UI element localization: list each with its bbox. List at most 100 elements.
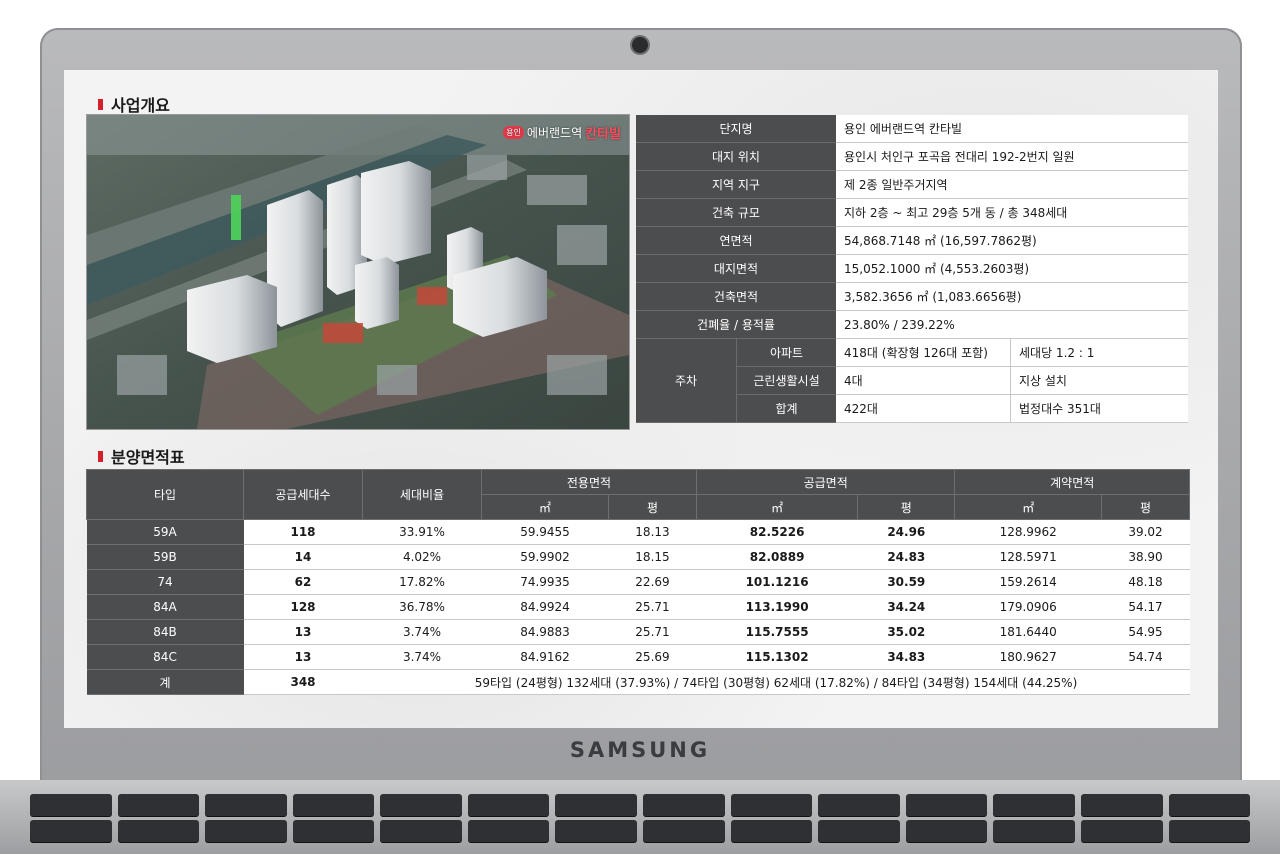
header-units: 공급세대수 xyxy=(243,469,363,520)
keyboard-key xyxy=(643,794,725,816)
cell-ex-m: 84.9883 xyxy=(481,619,609,645)
overview-label: 대지면적 xyxy=(636,254,836,283)
overview-row: 대지면적 15,052.1000 ㎡ (4,553.2603평) xyxy=(636,254,1188,283)
cell-co-p: 48.18 xyxy=(1101,569,1190,595)
render-badge: 용인 xyxy=(503,126,524,139)
keyboard-key xyxy=(730,794,813,816)
keyboard-key xyxy=(1168,820,1251,842)
keyboard-key xyxy=(555,820,638,842)
keyboard-key xyxy=(1080,820,1163,842)
cell-units: 13 xyxy=(243,644,363,670)
cell-ratio: 17.82% xyxy=(362,569,482,595)
table-row: 84B 13 3.74% 84.9883 25.71 115.7555 35.02 181.6… xyxy=(86,619,1190,645)
cell-units: 128 xyxy=(243,594,363,620)
overview-row: 지역 지구 제 2종 일반주거지역 xyxy=(636,170,1188,199)
section-marker-icon xyxy=(98,98,103,110)
keyboard-key xyxy=(380,820,462,842)
overview-label: 단지명 xyxy=(636,115,836,143)
keyboard-key xyxy=(905,794,988,816)
parking-value: 4대 xyxy=(836,366,1011,395)
type-cell: 59B xyxy=(86,544,244,570)
cell-su-m: 82.0889 xyxy=(696,544,858,570)
overview-row: 단지명 용인 에버랜드역 칸타빌 xyxy=(636,115,1188,143)
parking-note: 세대당 1.2 : 1 xyxy=(1010,338,1188,367)
overview-row: 건폐율 / 용적률 23.80% / 239.22% xyxy=(636,310,1188,339)
webcam-icon xyxy=(632,37,648,53)
overview-value: 54,868.7148 ㎡ (16,597.7862평) xyxy=(836,226,1188,255)
overview-label: 건폐율 / 용적률 xyxy=(636,310,836,339)
render-logo-strong: 칸타빌 xyxy=(585,127,621,142)
cell-co-m: 128.5971 xyxy=(954,544,1102,570)
overview-label: 대지 위치 xyxy=(636,142,836,171)
overview-value: 15,052.1000 ㎡ (4,553.2603평) xyxy=(836,254,1188,283)
keyboard-key xyxy=(818,794,900,816)
total-units: 348 xyxy=(243,669,363,695)
cell-ratio: 36.78% xyxy=(362,594,482,620)
render-logo: 용인 에버랜드역 칸타빌 xyxy=(503,123,621,142)
cell-ex-m: 84.9162 xyxy=(481,644,609,670)
keyboard-key xyxy=(730,820,813,842)
keyboard-key xyxy=(117,794,200,816)
table-row: 59B 14 4.02% 59.9902 18.15 82.0889 24.83 128.59… xyxy=(86,544,1190,570)
total-label: 계 xyxy=(86,669,244,695)
keyboard-key xyxy=(380,794,462,816)
cell-units: 118 xyxy=(243,519,363,545)
header-exclusive-area: 전용면적 xyxy=(481,469,697,495)
cell-su-m: 101.1216 xyxy=(696,569,858,595)
keyboard-key xyxy=(1080,794,1163,816)
parking-note: 지상 설치 xyxy=(1010,366,1188,395)
keyboard-key xyxy=(643,820,725,842)
keyboard-key xyxy=(205,820,287,842)
cell-ratio: 4.02% xyxy=(362,544,482,570)
header-type: 타입 xyxy=(86,469,244,520)
type-cell: 59A xyxy=(86,519,244,545)
cell-co-p: 39.02 xyxy=(1101,519,1190,545)
section-marker-icon xyxy=(98,450,103,462)
cell-co-m: 180.9627 xyxy=(954,644,1102,670)
screen: 사업개요 용인 에버랜드역 칸타빌 단지명 용인 에버랜드역 칸타빌 대지 위치… xyxy=(64,70,1218,728)
cell-ex-p: 18.13 xyxy=(608,519,697,545)
keyboard-key xyxy=(30,820,112,842)
cell-co-m: 128.9962 xyxy=(954,519,1102,545)
cell-su-m: 115.1302 xyxy=(696,644,858,670)
cell-co-m: 179.0906 xyxy=(954,594,1102,620)
parking-sub-label: 합계 xyxy=(736,394,836,423)
overview-label: 연면적 xyxy=(636,226,836,255)
keyboard-key xyxy=(993,794,1075,816)
keyboard-key xyxy=(555,794,638,816)
keyboard-key xyxy=(205,794,287,816)
header-exclusive-sqm: ㎡ xyxy=(480,494,610,520)
cell-co-p: 54.17 xyxy=(1101,594,1190,620)
cell-units: 13 xyxy=(243,619,363,645)
cell-co-p: 54.74 xyxy=(1101,644,1190,670)
cell-ex-m: 59.9455 xyxy=(481,519,609,545)
parking-value: 418대 (확장형 126대 포함) xyxy=(836,338,1011,367)
header-supply-sqm: ㎡ xyxy=(695,494,859,520)
header-exclusive-pyeong: 평 xyxy=(608,494,697,520)
keyboard-key xyxy=(467,794,550,816)
cell-su-p: 34.83 xyxy=(857,644,955,670)
total-row: 계 348 59타입 (24평형) 132세대 (37.93%) / 74타입 (3… xyxy=(86,669,1190,695)
parking-sub-label: 근린생활시설 xyxy=(736,366,836,395)
parking-sub-label: 아파트 xyxy=(736,338,836,367)
cell-su-m: 115.7555 xyxy=(696,619,858,645)
area-title-text: 분양면적표 xyxy=(111,448,185,467)
total-summary: 59타입 (24평형) 132세대 (37.93%) / 74타입 (30평형)… xyxy=(362,669,1190,695)
cell-ex-p: 25.69 xyxy=(608,644,697,670)
header-contract-sqm: ㎡ xyxy=(954,494,1102,520)
keyboard-key xyxy=(905,820,988,842)
laptop-keyboard xyxy=(0,780,1280,854)
keyboard-key xyxy=(292,820,375,842)
render-logo-text: 에버랜드역 xyxy=(526,126,583,140)
header-contract-area: 계약면적 xyxy=(954,469,1190,495)
overview-label: 건축 규모 xyxy=(636,198,836,227)
parking-label: 주차 xyxy=(636,338,737,423)
keyboard-key xyxy=(30,794,112,816)
keyboard-key xyxy=(467,820,550,842)
overview-value: 23.80% / 239.22% xyxy=(836,310,1188,339)
header-contract-pyeong: 평 xyxy=(1100,494,1191,520)
cell-co-m: 181.6440 xyxy=(954,619,1102,645)
cell-su-p: 24.96 xyxy=(857,519,955,545)
overview-label: 건축면적 xyxy=(636,282,836,311)
overview-row: 연면적 54,868.7148 ㎡ (16,597.7862평) xyxy=(636,226,1188,255)
